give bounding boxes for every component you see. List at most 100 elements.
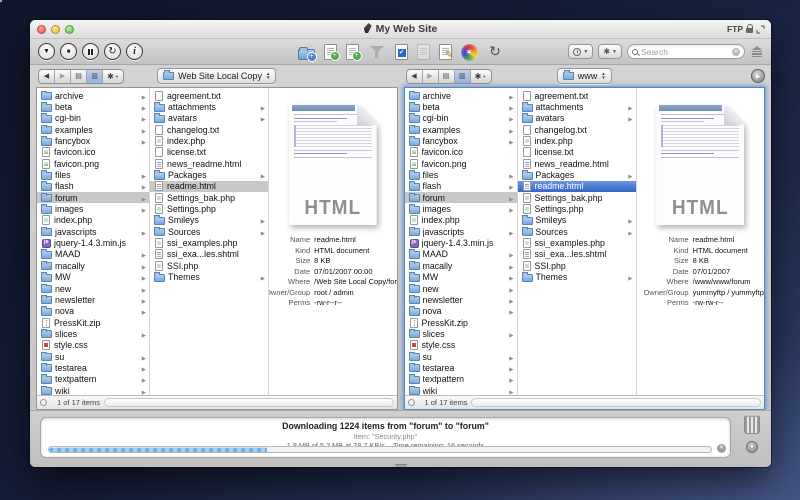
list-view-button[interactable]: ▤ (71, 70, 87, 83)
file-row[interactable]: SSI.php (518, 260, 636, 271)
actions-menu-button[interactable]: ✱▼ (598, 44, 622, 59)
file-row[interactable]: ssi_examples.php (518, 237, 636, 248)
cancel-transfer-icon[interactable]: ✕ (717, 444, 726, 453)
duplicate-file-icon[interactable] (346, 44, 359, 60)
folder-row[interactable]: images (405, 203, 517, 214)
go-button[interactable] (751, 69, 765, 83)
folder-row[interactable]: files (37, 169, 149, 180)
back-button[interactable]: ◀ (39, 70, 55, 83)
folder-row[interactable]: macally (37, 260, 149, 271)
resize-icon[interactable] (756, 25, 765, 34)
folder-row[interactable]: fancybox (405, 135, 517, 146)
file-row[interactable]: PressKit.zip (37, 317, 149, 328)
file-row[interactable]: jquery-1.4.3.min.js (37, 237, 149, 248)
file-row[interactable]: Settings.php (518, 203, 636, 214)
file-row[interactable]: readme.html (518, 181, 636, 192)
folder-row[interactable]: archive (37, 90, 149, 101)
horizontal-scrollbar[interactable] (471, 398, 761, 407)
folder-row[interactable]: Smileys (150, 215, 268, 226)
file-row[interactable]: style.css (37, 340, 149, 351)
filter-icon[interactable] (368, 43, 386, 60)
folder-row[interactable]: forum (37, 192, 149, 203)
folder-row[interactable]: fancybox (37, 135, 149, 146)
trash-icon[interactable] (744, 416, 760, 434)
folder-row[interactable]: beta (37, 101, 149, 112)
folder-row[interactable]: files (405, 169, 517, 180)
folder-row[interactable]: textpattern (405, 374, 517, 385)
local-path-dropdown[interactable]: Web Site Local Copy ▲▼ (157, 68, 276, 84)
folder-row[interactable]: Sources (150, 226, 268, 237)
transfer-queue-icon[interactable] (750, 46, 763, 58)
new-file-icon[interactable] (324, 44, 337, 60)
file-row[interactable]: favicon.ico (405, 147, 517, 158)
drawer-handle[interactable] (395, 464, 407, 468)
search-field[interactable]: ✕ (627, 44, 745, 59)
folder-row[interactable]: MAAD (405, 249, 517, 260)
window-titlebar[interactable]: My Web Site FTP (30, 20, 771, 39)
folder-row[interactable]: javascripts (405, 226, 517, 237)
folder-row[interactable]: attachments (518, 101, 636, 112)
file-row[interactable]: index.php (405, 215, 517, 226)
search-input[interactable] (641, 47, 729, 57)
app-logo-icon[interactable] (461, 44, 478, 61)
folder-row[interactable]: testarea (37, 362, 149, 373)
stop-button[interactable]: ■ (60, 43, 77, 60)
folder-row[interactable]: Themes (150, 272, 268, 283)
folder-row[interactable]: newsletter (37, 294, 149, 305)
pane-actions-button[interactable]: ✱▼ (103, 70, 123, 83)
folder-row[interactable]: slices (37, 328, 149, 339)
pane-actions-button[interactable]: ✱▼ (471, 70, 491, 83)
folder-row[interactable]: newsletter (405, 294, 517, 305)
edit-file-icon[interactable] (439, 44, 452, 60)
list-view-button[interactable]: ▤ (439, 70, 455, 83)
column-view-button[interactable]: ▥ (455, 70, 471, 83)
back-button[interactable]: ◀ (407, 70, 423, 83)
info-button[interactable]: i (126, 43, 143, 60)
folder-row[interactable]: attachments (150, 101, 268, 112)
file-row[interactable]: PressKit.zip (405, 317, 517, 328)
file-row[interactable]: index.php (37, 215, 149, 226)
folder-row[interactable]: flash (37, 181, 149, 192)
column-view-button[interactable]: ▥ (87, 70, 103, 83)
file-row[interactable]: agreement.txt (518, 90, 636, 101)
folder-row[interactable]: beta (405, 101, 517, 112)
folder-row[interactable]: MW (37, 272, 149, 283)
folder-row[interactable]: javascripts (37, 226, 149, 237)
download-button[interactable]: ▼ (38, 43, 55, 60)
file-row[interactable]: index.php (150, 135, 268, 146)
folder-row[interactable]: flash (405, 181, 517, 192)
file-row[interactable]: agreement.txt (150, 90, 268, 101)
folder-row[interactable]: Themes (518, 272, 636, 283)
forward-button[interactable]: ▶ (423, 70, 439, 83)
folder-row[interactable]: MAAD (37, 249, 149, 260)
folder-row[interactable]: new (37, 283, 149, 294)
file-row[interactable]: index.php (518, 135, 636, 146)
file-row[interactable]: jquery-1.4.3.min.js (405, 237, 517, 248)
folder-row[interactable]: Packages (150, 169, 268, 180)
horizontal-scrollbar[interactable] (104, 398, 394, 407)
file-row[interactable]: Settings_bak.php (518, 192, 636, 203)
file-row[interactable]: SSI.php (150, 260, 268, 271)
folder-row[interactable]: archive (405, 90, 517, 101)
file-row[interactable]: ssi_exa...les.shtml (518, 249, 636, 260)
folder-row[interactable]: slices (405, 328, 517, 339)
folder-row[interactable]: macally (405, 260, 517, 271)
file-row[interactable]: changelog.txt (518, 124, 636, 135)
folder-row[interactable]: textpattern (37, 374, 149, 385)
clear-search-icon[interactable]: ✕ (732, 48, 740, 56)
folder-row[interactable]: su (37, 351, 149, 362)
new-folder-icon[interactable] (298, 49, 315, 60)
folder-row[interactable]: Smileys (518, 215, 636, 226)
file-row[interactable]: Settings_bak.php (150, 192, 268, 203)
folder-row[interactable]: examples (405, 124, 517, 135)
folder-row[interactable]: MW (405, 272, 517, 283)
file-row[interactable]: news_readme.html (518, 158, 636, 169)
history-menu-button[interactable]: ▼ (568, 44, 593, 59)
file-row[interactable]: news_readme.html (150, 158, 268, 169)
file-row[interactable]: style.css (405, 340, 517, 351)
forward-button[interactable]: ▶ (55, 70, 71, 83)
folder-row[interactable]: cgi-bin (37, 113, 149, 124)
file-row[interactable]: ssi_examples.php (150, 237, 268, 248)
file-row[interactable]: readme.html (150, 181, 268, 192)
folder-row[interactable]: Packages (518, 169, 636, 180)
